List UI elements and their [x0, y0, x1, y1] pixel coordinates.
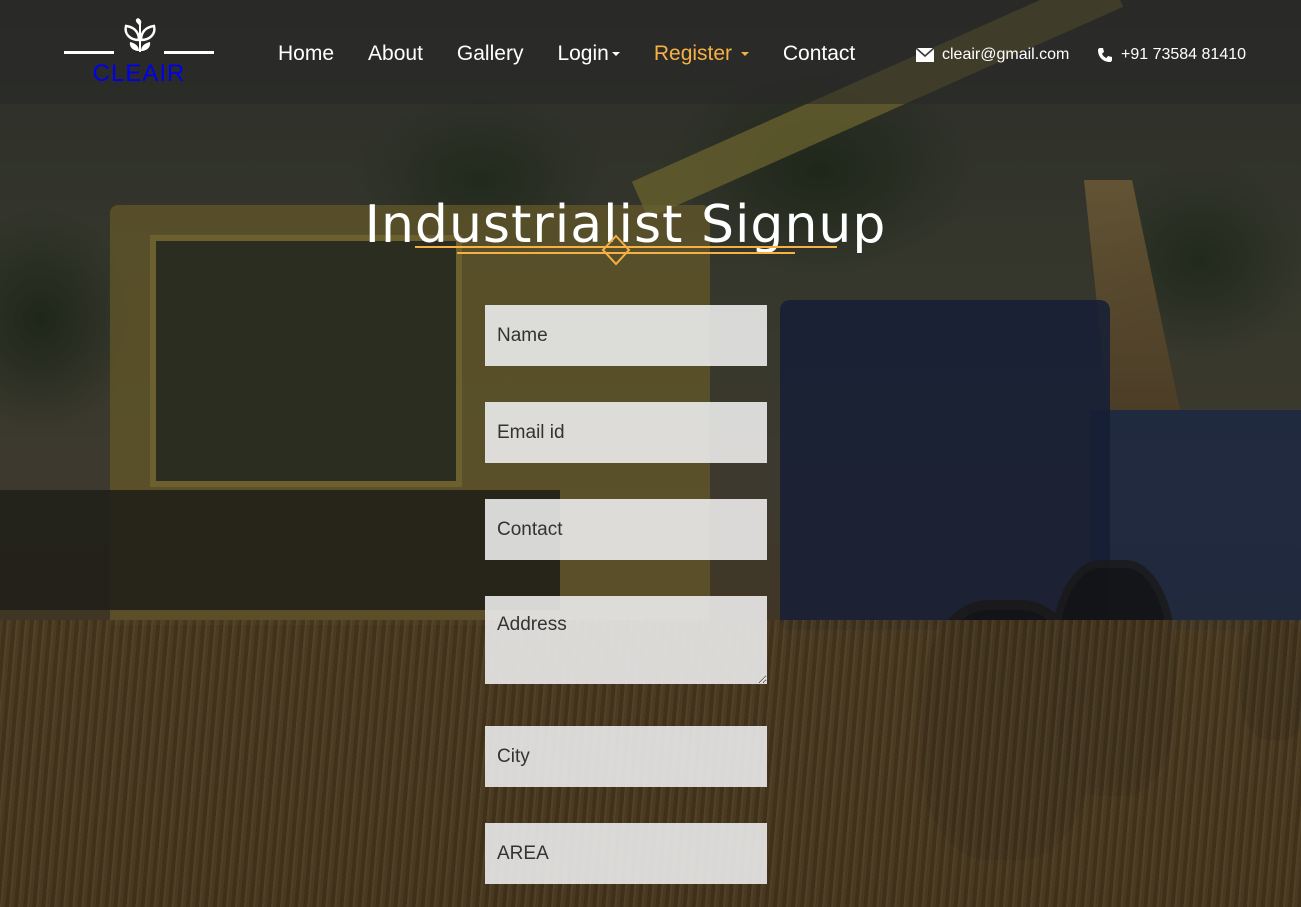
- area-field[interactable]: [485, 823, 767, 884]
- nav-gallery[interactable]: Gallery: [457, 42, 524, 66]
- header-phone[interactable]: +91 73584 81410: [1097, 46, 1246, 64]
- field-spacer: [485, 366, 767, 402]
- brand-name: CLEAIR: [92, 60, 186, 87]
- phone-icon: [1098, 48, 1112, 62]
- chevron-down-icon: [611, 52, 620, 57]
- nav-login-label: Login: [557, 42, 609, 65]
- header-phone-text: +91 73584 81410: [1121, 46, 1247, 63]
- header-email[interactable]: cleair@gmail.com: [916, 46, 1069, 64]
- main-nav: Home About Gallery Login Register Contac…: [278, 42, 855, 66]
- envelope-icon: [916, 48, 934, 62]
- nav-about[interactable]: About: [368, 42, 423, 66]
- nav-login-dropdown[interactable]: Login: [557, 42, 620, 66]
- nav-contact[interactable]: Contact: [783, 42, 855, 66]
- nav-home[interactable]: Home: [278, 42, 334, 66]
- field-spacer: [485, 684, 767, 726]
- navbar: CLEAIR Home About Gallery Login Register…: [0, 0, 1301, 104]
- field-spacer: [485, 463, 767, 499]
- city-field[interactable]: [485, 726, 767, 787]
- signup-form: [485, 305, 767, 884]
- logo-line-right: [164, 51, 214, 54]
- logo-line-left: [64, 51, 114, 54]
- nav-register-label: Register: [653, 42, 733, 65]
- address-field[interactable]: [485, 596, 767, 684]
- field-spacer: [485, 787, 767, 823]
- leaf-icon: [124, 18, 156, 53]
- chevron-down-icon: [740, 52, 749, 57]
- contact-field[interactable]: [485, 499, 767, 560]
- brand-logo[interactable]: CLEAIR: [64, 18, 216, 87]
- header-email-text: cleair@gmail.com: [942, 46, 1070, 63]
- name-field[interactable]: [485, 305, 767, 366]
- title-divider: [415, 234, 837, 266]
- nav-register-dropdown[interactable]: Register: [654, 42, 749, 66]
- field-spacer: [485, 560, 767, 596]
- email-field[interactable]: [485, 402, 767, 463]
